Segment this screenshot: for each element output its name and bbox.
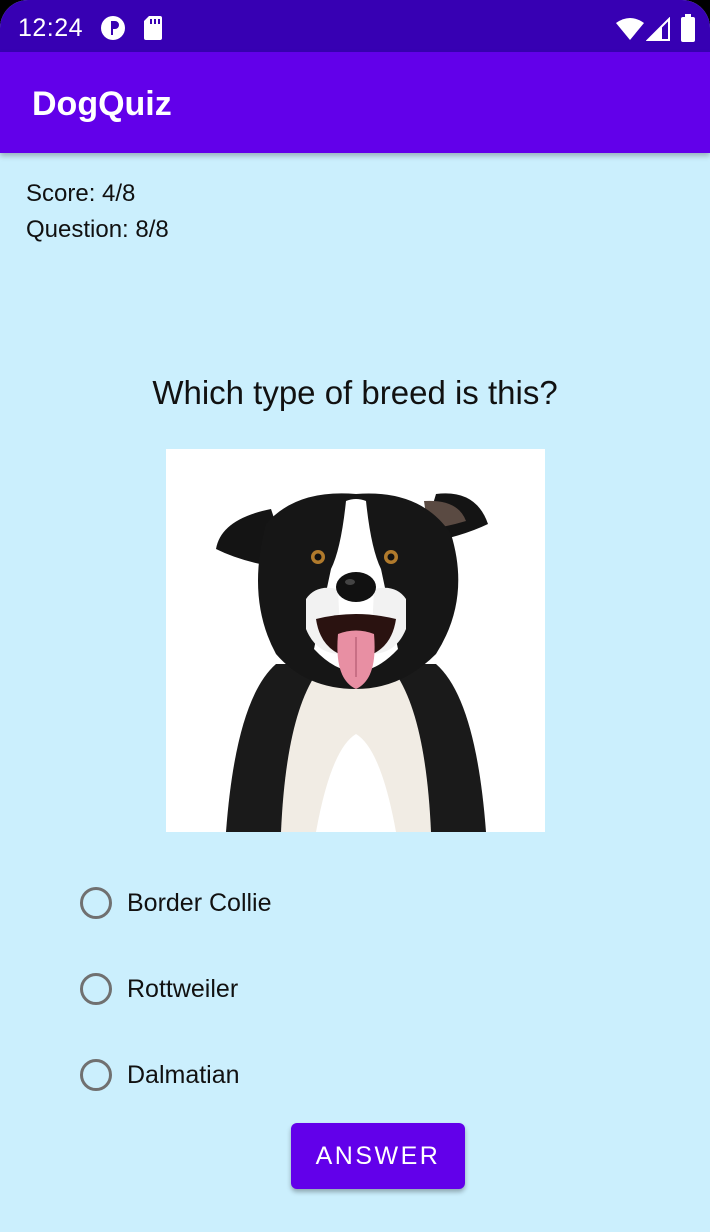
radio-button[interactable]: [80, 973, 112, 1005]
cell-signal-icon: [645, 16, 670, 46]
option-label: Dalmatian: [127, 1060, 240, 1089]
option-rottweiler[interactable]: Rottweiler: [80, 967, 238, 1011]
question-text: Which type of breed is this?: [152, 374, 558, 411]
app-bar: DogQuiz: [0, 52, 710, 153]
radio-button[interactable]: [80, 887, 112, 919]
status-bar: 12:24: [0, 0, 710, 52]
option-label: Rottweiler: [127, 974, 239, 1003]
wifi-icon: [615, 17, 645, 46]
app-title: DogQuiz: [32, 85, 172, 123]
battery-icon: [680, 14, 696, 47]
option-label: Border Collie: [127, 888, 272, 917]
border-collie-photo: [216, 493, 488, 832]
score-label: Score: 4/8: [26, 180, 136, 207]
option-dalmatian[interactable]: Dalmatian: [80, 1053, 240, 1097]
radio-button[interactable]: [80, 1059, 112, 1091]
sd-card-icon: [143, 15, 163, 46]
option-border-collie[interactable]: Border Collie: [80, 881, 272, 925]
answer-button[interactable]: ANSWER: [291, 1123, 465, 1189]
question-counter: Question: 8/8: [26, 216, 169, 243]
screen: 12:24 DogQuiz Score: 4/8 Question: 8/8 W…: [0, 0, 710, 1232]
pie-status-icon: [100, 15, 126, 46]
status-time: 12:24: [18, 14, 84, 42]
dog-image: [166, 449, 545, 832]
quiz-stats: Score: 4/8 Question: 8/8: [26, 176, 169, 248]
